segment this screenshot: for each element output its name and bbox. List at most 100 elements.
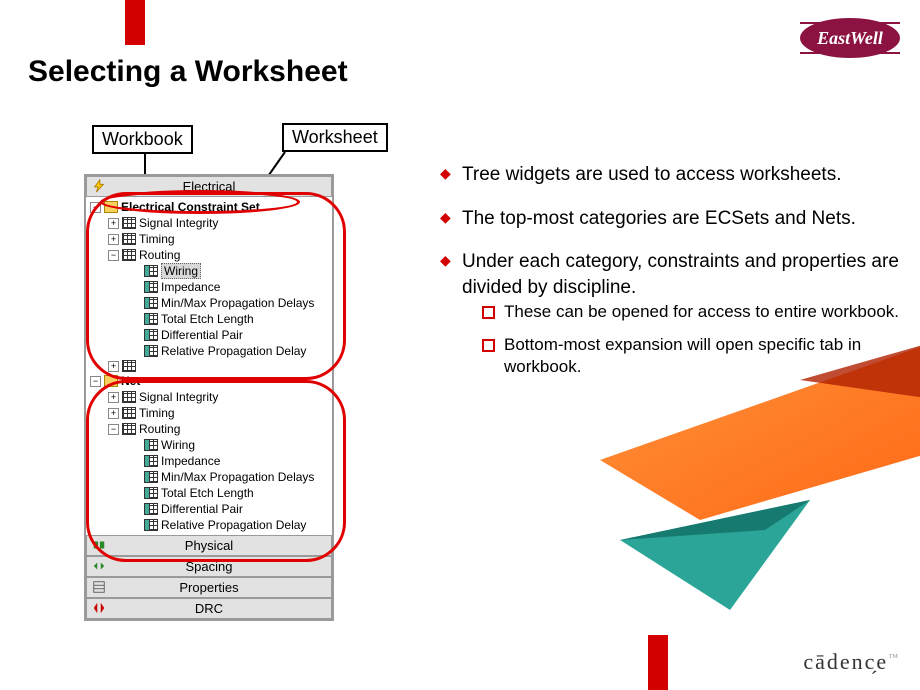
physical-icon xyxy=(91,538,107,552)
slide-title: Selecting a Worksheet xyxy=(28,55,348,89)
worksheet-icon xyxy=(144,519,158,531)
expand-icon[interactable]: + xyxy=(108,361,119,372)
workbook-icon xyxy=(122,217,136,229)
tree-label: Net xyxy=(121,374,140,388)
tree-node-ecs-mmpd[interactable]: Min/Max Propagation Delays xyxy=(86,295,332,311)
section-label: Spacing xyxy=(186,559,233,574)
tree-node-ecs[interactable]: − Electrical Constraint Set xyxy=(86,199,332,215)
worksheet-icon xyxy=(144,503,158,515)
tree-node-ecs-rpd[interactable]: Relative Propagation Delay xyxy=(86,343,332,359)
tree-node-net-tel[interactable]: Total Etch Length xyxy=(86,485,332,501)
tree-node-ecs-si[interactable]: + Signal Integrity xyxy=(86,215,332,231)
tree-node-net-wiring[interactable]: Wiring xyxy=(86,437,332,453)
bullet-item: Tree widgets are used to access workshee… xyxy=(440,162,900,188)
tree-node-net[interactable]: − Net xyxy=(86,373,332,389)
folder-icon xyxy=(104,201,118,213)
tree-label: Timing xyxy=(139,406,175,420)
tree-label: Total Etch Length xyxy=(161,486,254,500)
collapse-icon[interactable]: − xyxy=(108,424,119,435)
section-label: Physical xyxy=(185,538,233,553)
tree-label: Wiring xyxy=(161,263,201,279)
tree-node-net-impedance[interactable]: Impedance xyxy=(86,453,332,469)
properties-icon xyxy=(91,580,107,594)
section-label: Properties xyxy=(179,580,238,595)
tree-node-net-si[interactable]: + Signal Integrity xyxy=(86,389,332,405)
worksheet-icon xyxy=(144,439,158,451)
workbook-icon xyxy=(122,407,136,419)
accent-bar-top xyxy=(125,0,145,45)
tree-node-net-routing[interactable]: − Routing xyxy=(86,421,332,437)
tree-label: Timing xyxy=(139,232,175,246)
drc-icon xyxy=(91,601,107,615)
cadence-logo: cādenc̗e™ xyxy=(803,649,900,675)
section-drc[interactable]: DRC xyxy=(86,598,332,619)
bullet-item: The top-most categories are ECSets and N… xyxy=(440,206,900,232)
tree-label: Impedance xyxy=(161,454,220,468)
worksheet-icon xyxy=(144,455,158,467)
tree-label: Differential Pair xyxy=(161,328,243,342)
tree-label: Relative Propagation Delay xyxy=(161,344,306,358)
tree-node-ecs-routing[interactable]: − Routing xyxy=(86,247,332,263)
section-label: DRC xyxy=(195,601,223,616)
worksheet-icon xyxy=(144,313,158,325)
tree-label: Differential Pair xyxy=(161,502,243,516)
lightning-icon xyxy=(91,179,107,193)
tree-node-ecs-impedance[interactable]: Impedance xyxy=(86,279,332,295)
sub-bullet-item: Bottom-most expansion will open specific… xyxy=(482,334,900,380)
section-physical[interactable]: Physical xyxy=(86,535,332,556)
tree-node-ecs-dp[interactable]: Differential Pair xyxy=(86,327,332,343)
tree-node-net-dp[interactable]: Differential Pair xyxy=(86,501,332,517)
section-spacing[interactable]: Spacing xyxy=(86,556,332,577)
tree-node-ecs-tel[interactable]: Total Etch Length xyxy=(86,311,332,327)
accent-bar-bottom xyxy=(648,635,668,690)
expand-icon[interactable]: + xyxy=(108,392,119,403)
tree-label: Routing xyxy=(139,248,180,262)
tree-electrical: − Electrical Constraint Set + Signal Int… xyxy=(86,197,332,535)
tree-label: Min/Max Propagation Delays xyxy=(161,470,314,484)
worksheet-icon xyxy=(144,487,158,499)
tree-label: Relative Propagation Delay xyxy=(161,518,306,532)
tree-label: Routing xyxy=(139,422,180,436)
worksheet-icon xyxy=(144,281,158,293)
worksheet-panel: Electrical − Electrical Constraint Set +… xyxy=(84,174,334,621)
tree-label: Min/Max Propagation Delays xyxy=(161,296,314,310)
worksheet-icon xyxy=(144,345,158,357)
expand-icon[interactable]: + xyxy=(108,218,119,229)
collapse-icon[interactable]: − xyxy=(90,202,101,213)
workbook-icon xyxy=(122,391,136,403)
tree-node-net-mmpd[interactable]: Min/Max Propagation Delays xyxy=(86,469,332,485)
tree-node-net-timing[interactable]: + Timing xyxy=(86,405,332,421)
worksheet-icon xyxy=(144,297,158,309)
collapse-icon[interactable]: − xyxy=(108,250,119,261)
bullet-list: Tree widgets are used to access workshee… xyxy=(440,162,900,397)
tree-label: Impedance xyxy=(161,280,220,294)
tree-node-obscured[interactable]: + xyxy=(86,359,332,373)
section-label: Electrical xyxy=(183,179,236,194)
workbook-icon xyxy=(122,423,136,435)
callout-workbook: Workbook xyxy=(92,125,193,154)
tree-label: Signal Integrity xyxy=(139,216,218,230)
workbook-icon xyxy=(122,233,136,245)
worksheet-icon xyxy=(144,329,158,341)
tree-label: Electrical Constraint Set xyxy=(121,200,260,214)
tree-label: Signal Integrity xyxy=(139,390,218,404)
tree-node-ecs-timing[interactable]: + Timing xyxy=(86,231,332,247)
tree-label: Wiring xyxy=(161,438,195,452)
workbook-icon xyxy=(122,360,136,372)
spacing-icon xyxy=(91,559,107,573)
workbook-icon xyxy=(122,249,136,261)
tree-label: Total Etch Length xyxy=(161,312,254,326)
worksheet-icon xyxy=(144,265,158,277)
collapse-icon[interactable]: − xyxy=(90,376,101,387)
bullet-item: Under each category, constraints and pro… xyxy=(440,249,900,379)
tree-node-net-rpd[interactable]: Relative Propagation Delay xyxy=(86,517,332,533)
section-electrical[interactable]: Electrical xyxy=(86,176,332,197)
section-properties[interactable]: Properties xyxy=(86,577,332,598)
sub-bullet-item: These can be opened for access to entire… xyxy=(482,301,900,324)
folder-icon xyxy=(104,375,118,387)
worksheet-icon xyxy=(144,471,158,483)
tree-node-ecs-wiring[interactable]: Wiring xyxy=(86,263,332,279)
expand-icon[interactable]: + xyxy=(108,234,119,245)
callout-worksheet: Worksheet xyxy=(282,123,388,152)
expand-icon[interactable]: + xyxy=(108,408,119,419)
